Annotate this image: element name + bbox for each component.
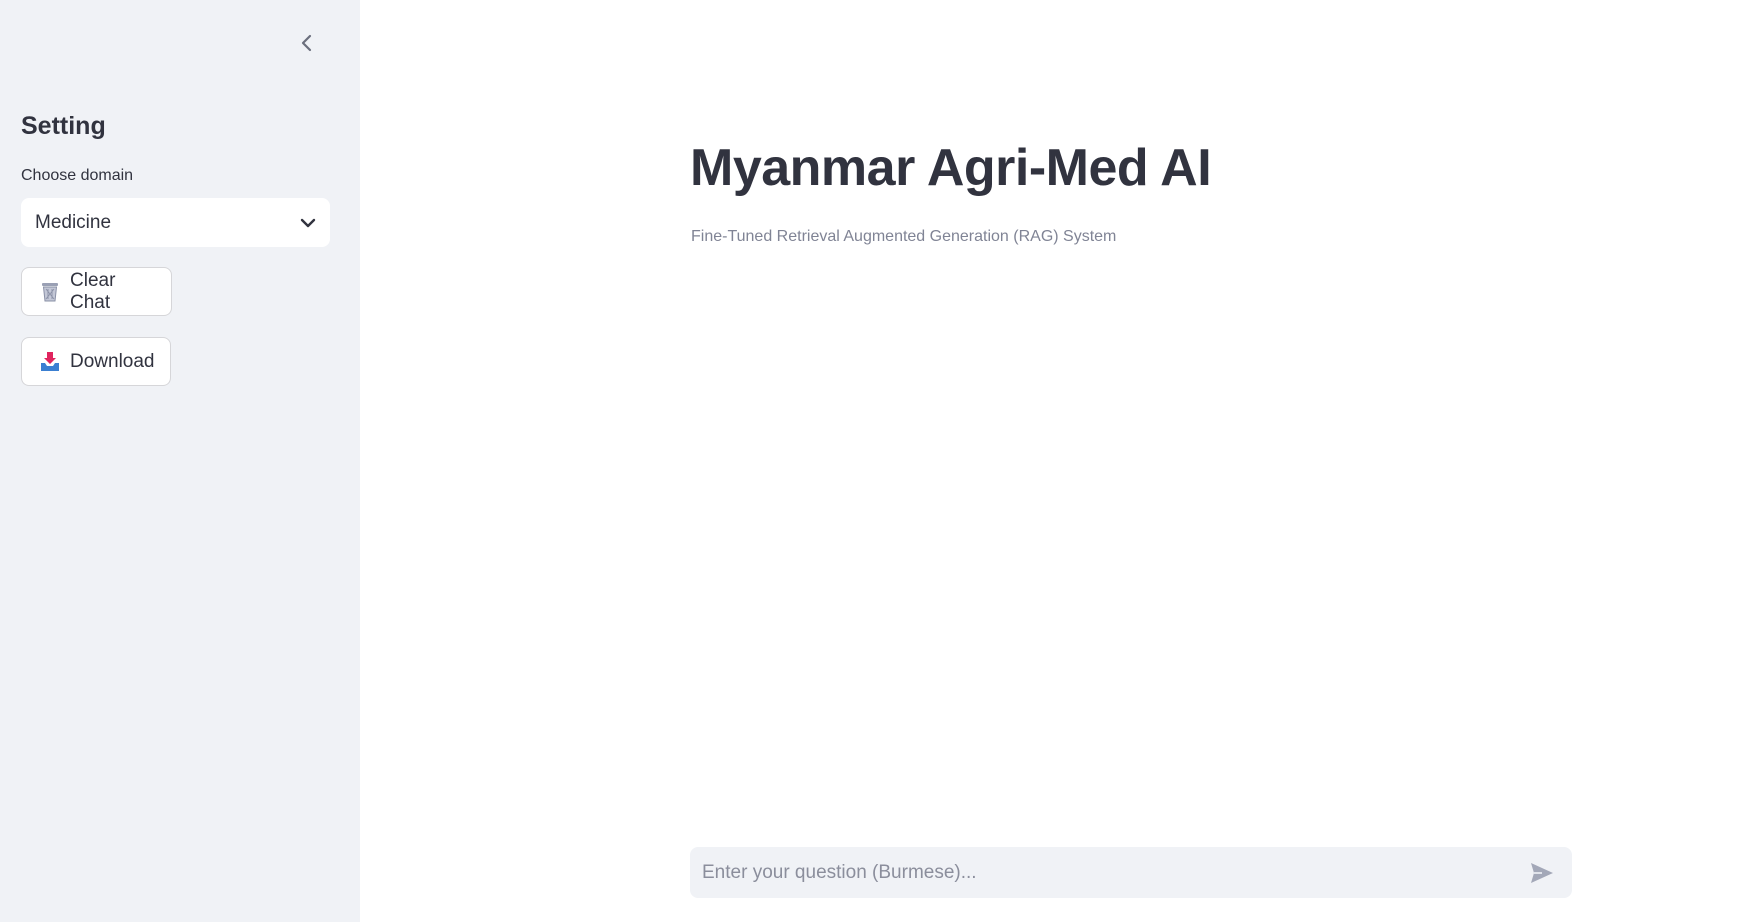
- domain-select-value: Medicine: [35, 211, 112, 233]
- clear-chat-button[interactable]: Clear Chat: [21, 267, 172, 316]
- page-title: Myanmar Agri-Med AI: [690, 139, 1212, 197]
- wastebasket-icon: [40, 281, 60, 303]
- send-button[interactable]: [1524, 855, 1560, 891]
- chevron-down-icon: [300, 218, 316, 227]
- domain-label: Choose domain: [21, 167, 134, 184]
- inbox-tray-icon: [40, 351, 60, 373]
- clear-chat-label: Clear Chat: [70, 269, 116, 313]
- collapse-sidebar-button[interactable]: [292, 28, 322, 58]
- page-subtitle: Fine-Tuned Retrieval Augmented Generatio…: [691, 228, 1117, 245]
- sidebar: Setting Choose domain Medicine Clear Cha…: [0, 0, 360, 922]
- chevron-left-icon: [301, 34, 312, 52]
- download-label: Download: [70, 350, 155, 372]
- domain-select[interactable]: Medicine: [21, 198, 330, 247]
- chat-input[interactable]: [702, 847, 1524, 898]
- sidebar-title: Setting: [21, 112, 106, 140]
- app: Setting Choose domain Medicine Clear Cha…: [0, 0, 1756, 922]
- download-button[interactable]: Download: [21, 337, 171, 386]
- send-icon: [1531, 862, 1553, 883]
- chat-input-bar: [690, 847, 1572, 898]
